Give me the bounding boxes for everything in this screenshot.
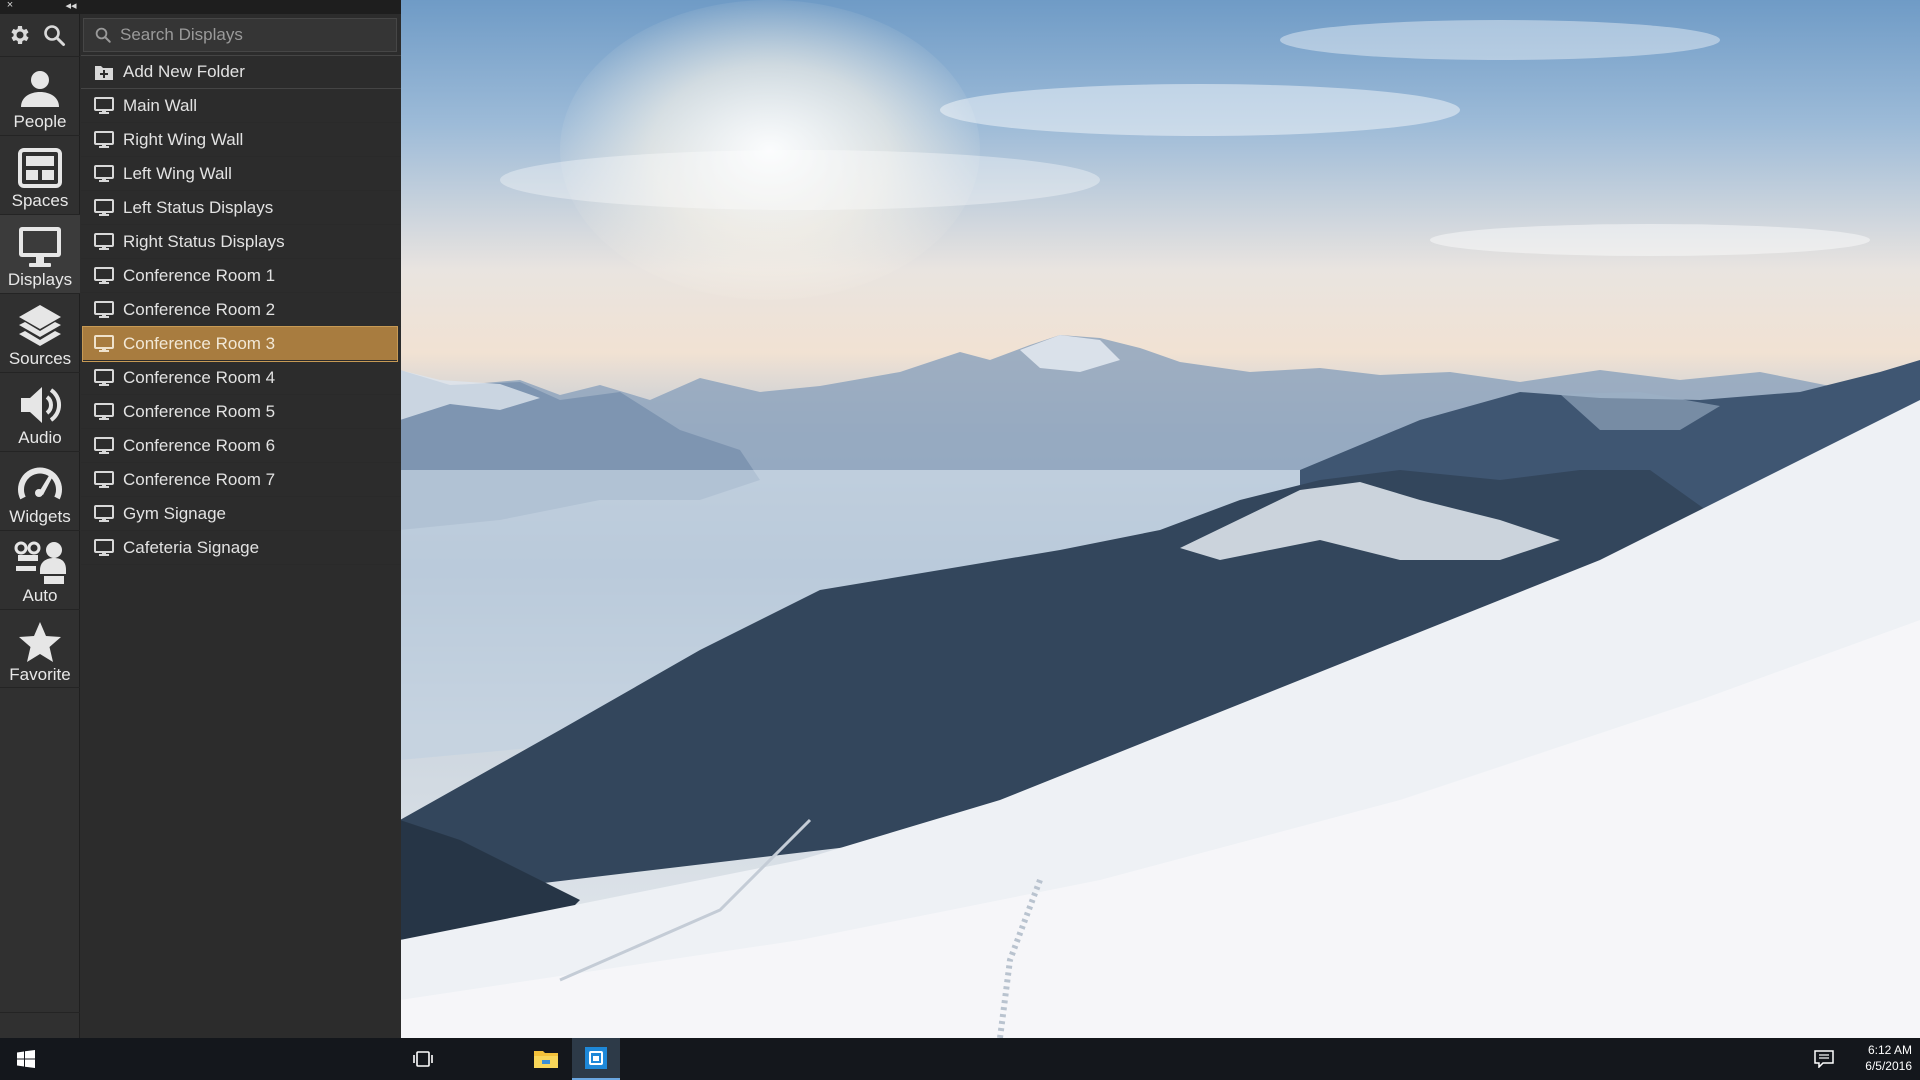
gear-icon <box>11 26 29 44</box>
search-button[interactable] <box>40 21 68 49</box>
rail-toolbar <box>0 14 79 56</box>
nav-rail: People Spaces Displays Sources Audio Wid… <box>0 14 80 1038</box>
list-item-label: Left Wing Wall <box>123 163 232 183</box>
rail-item-widgets[interactable]: Widgets <box>0 451 80 530</box>
display-item[interactable]: Gym Signage <box>81 497 401 531</box>
monitor-icon <box>93 198 115 218</box>
monitor-icon <box>93 96 115 116</box>
search-icon <box>44 25 65 46</box>
rail-item-label: People <box>13 112 67 131</box>
rail-item-label: Displays <box>7 270 73 289</box>
display-item[interactable]: Conference Room 7 <box>81 463 401 497</box>
list-item-label: Right Status Displays <box>123 231 285 251</box>
rail-item-sources[interactable]: Sources <box>0 293 80 372</box>
display-item[interactable]: Conference Room 1 <box>81 259 401 293</box>
list-item-label: Conference Room 5 <box>123 401 276 421</box>
display-item[interactable]: Left Status Displays <box>81 191 401 225</box>
rail-item-people[interactable]: People <box>0 56 80 135</box>
rail-item-displays[interactable]: Displays <box>0 214 80 293</box>
list-item-label: Conference Room 7 <box>123 469 276 489</box>
list-item-label: Conference Room 4 <box>123 367 276 387</box>
list-item-label: Gym Signage <box>123 503 226 523</box>
displays-list: Add New Folder Main Wall Right Wing Wall… <box>81 55 401 565</box>
task-view-button[interactable] <box>400 1038 446 1080</box>
gauge-icon <box>14 460 66 508</box>
file-explorer-icon <box>534 1051 558 1068</box>
list-item-label: Conference Room 1 <box>123 265 276 285</box>
rail-item-favorite[interactable]: Favorite <box>0 609 80 688</box>
clock-time: 6:12 AM <box>1867 1043 1912 1057</box>
display-item[interactable]: Conference Room 4 <box>81 361 401 395</box>
monitor-icon <box>93 334 115 354</box>
list-item-label: Conference Room 6 <box>123 435 276 455</box>
rail-item-audio[interactable]: Audio <box>0 372 80 451</box>
list-item-label: Conference Room 3 <box>123 333 276 353</box>
monitor-icon <box>14 223 66 271</box>
rail-item-label: Widgets <box>9 507 71 526</box>
display-item[interactable]: Right Wing Wall <box>81 123 401 157</box>
monitor-icon <box>93 436 115 456</box>
add-folder-icon <box>93 62 115 82</box>
app-window: × ◂◂ People Spaces Displays Sources Audi… <box>0 0 401 1038</box>
windows-start-icon <box>17 1050 35 1068</box>
list-item-label: Main Wall <box>123 95 197 115</box>
rail-item-label: Favorite <box>9 665 71 684</box>
rail-item-auto[interactable]: Auto <box>0 530 80 609</box>
monitor-icon <box>93 538 115 558</box>
display-item[interactable]: Conference Room 2 <box>81 293 401 327</box>
display-item[interactable]: Conference Room 5 <box>81 395 401 429</box>
search-box[interactable] <box>83 18 397 52</box>
list-item-label: Right Wing Wall <box>123 129 244 149</box>
display-item[interactable]: Conference Room 6 <box>81 429 401 463</box>
monitor-icon <box>93 130 115 150</box>
rail-item-label: Auto <box>22 586 58 605</box>
monitor-icon <box>93 232 115 252</box>
notifications-icon <box>1814 1050 1834 1068</box>
clock-date: 6/5/2016 <box>1865 1059 1912 1073</box>
taskbar-app-button[interactable] <box>572 1038 620 1080</box>
settings-button[interactable] <box>6 21 34 49</box>
rail-item-label: Sources <box>8 349 72 368</box>
monitor-icon <box>93 300 115 320</box>
display-item[interactable]: Right Status Displays <box>81 225 401 259</box>
display-item[interactable]: Main Wall <box>81 89 401 123</box>
monitor-icon <box>93 504 115 524</box>
rail-item-label: Audio <box>18 428 62 447</box>
layers-icon <box>14 302 66 350</box>
search-input[interactable] <box>120 25 390 45</box>
monitor-icon <box>93 368 115 388</box>
collapse-panel-icon[interactable]: ◂◂ <box>64 0 78 12</box>
star-icon <box>14 618 66 666</box>
display-item[interactable]: Cafeteria Signage <box>81 531 401 565</box>
monitor-icon <box>93 470 115 490</box>
search-icon <box>95 27 111 43</box>
add-folder-button[interactable]: Add New Folder <box>81 55 401 89</box>
display-item-selected[interactable]: Conference Room 3 <box>82 326 398 362</box>
system-clock[interactable]: 6:12 AM 6/5/2016 <box>1852 1042 1916 1074</box>
monitor-icon <box>93 164 115 184</box>
monitor-icon <box>93 266 115 286</box>
person-icon <box>14 65 66 113</box>
speaker-icon <box>14 381 66 429</box>
rail-item-spaces[interactable]: Spaces <box>0 135 80 214</box>
list-item-label: Cafeteria Signage <box>123 537 260 557</box>
list-item-label: Add New Folder <box>123 62 245 81</box>
displays-pane: Add New Folder Main Wall Right Wing Wall… <box>81 14 401 1038</box>
rail-footer <box>0 1012 80 1038</box>
list-item-label: Left Status Displays <box>123 197 274 217</box>
file-explorer-button[interactable] <box>522 1038 570 1080</box>
automation-icon <box>14 539 66 587</box>
action-center-button[interactable] <box>1800 1038 1848 1080</box>
rail-item-label: Spaces <box>11 191 69 210</box>
display-item[interactable]: Left Wing Wall <box>81 157 401 191</box>
spaces-icon <box>14 144 66 192</box>
list-item-label: Conference Room 2 <box>123 299 276 319</box>
close-icon[interactable]: × <box>4 0 16 11</box>
store-app-icon <box>585 1047 607 1069</box>
taskbar: 6:12 AM 6/5/2016 <box>0 1038 1920 1080</box>
title-bar: × ◂◂ <box>0 0 401 14</box>
monitor-icon <box>93 402 115 422</box>
start-button[interactable] <box>0 1038 52 1080</box>
task-view-icon <box>413 1051 433 1067</box>
